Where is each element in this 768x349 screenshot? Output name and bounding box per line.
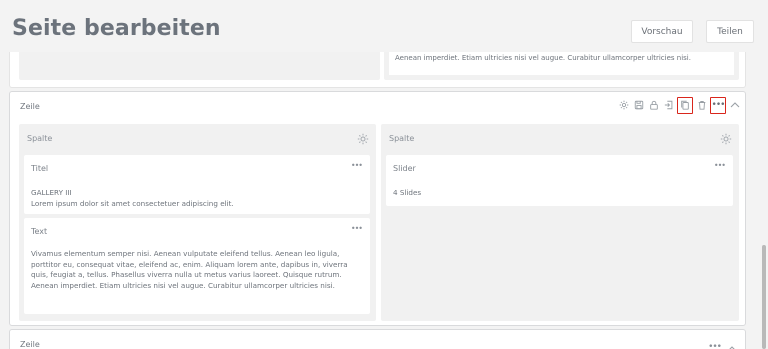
row-block[interactable]: Zeile ••• Spalte Titel ••• GALLERY III L… (9, 91, 746, 326)
title-card[interactable]: Titel ••• GALLERY III Lorem ipsum dolor … (24, 155, 370, 214)
save-icon (634, 100, 643, 110)
copy-icon (681, 100, 689, 110)
gear-icon (357, 133, 369, 145)
row-next[interactable]: Zeile ••• (9, 329, 746, 349)
gear-icon (619, 100, 628, 110)
row-more-button[interactable]: ••• (710, 96, 726, 114)
card-line: Aenean imperdiet. Etiam ultricies nisi v… (31, 280, 335, 290)
column-right[interactable]: Spalte Slider ••• 4 Slides (381, 124, 739, 321)
row-delete-button[interactable] (695, 98, 708, 112)
row-import-button[interactable] (662, 98, 675, 112)
row-settings-button[interactable] (617, 98, 630, 112)
scrollbar[interactable] (761, 52, 767, 349)
chevron-up-icon (729, 346, 735, 349)
more-icon: ••• (711, 99, 726, 110)
row-label: Zeile (20, 102, 40, 111)
card-type-label: Slider (393, 164, 416, 173)
text-card-previous-body: Aenean imperdiet. Etiam ultricies nisi v… (395, 54, 691, 62)
row-toolbar: ••• (708, 338, 737, 349)
column-left[interactable]: Spalte Titel ••• GALLERY III Lorem ipsum… (19, 124, 376, 321)
editor-canvas: Aenean imperdiet. Etiam ultricies nisi v… (9, 52, 746, 349)
column-previous-left[interactable] (19, 52, 380, 80)
card-line: quis, feugiat a, tellus. Phasellus viver… (31, 270, 342, 279)
card-line: porttitor eu, consequat vitae, eleifend … (31, 259, 348, 269)
card-more-button[interactable]: ••• (351, 224, 363, 233)
column-settings-button[interactable] (720, 130, 732, 145)
row-collapse-button[interactable] (727, 338, 737, 349)
card-body: Vivamus elementum semper nisi. Aenean vu… (31, 249, 362, 291)
card-line: Lorem ipsum dolor sit amet consectetuer … (31, 198, 234, 208)
text-card-previous[interactable]: Aenean imperdiet. Etiam ultricies nisi v… (389, 52, 734, 75)
slider-card[interactable]: Slider ••• 4 Slides (386, 155, 733, 206)
lock-icon (649, 100, 658, 110)
card-more-button[interactable]: ••• (351, 161, 363, 170)
share-button[interactable]: Teilen (706, 20, 754, 43)
preview-button[interactable]: Vorschau (631, 20, 693, 43)
row-more-button[interactable]: ••• (708, 343, 722, 349)
scrollbar-thumb[interactable] (762, 245, 766, 349)
row-copy-button[interactable] (677, 96, 693, 114)
chevron-up-icon (730, 102, 739, 108)
page-title: Seite bearbeiten (12, 16, 221, 41)
card-line: GALLERY III (31, 188, 72, 197)
card-line: 4 Slides (393, 188, 422, 197)
card-type-label: Titel (31, 164, 49, 173)
row-collapse-button[interactable] (728, 98, 741, 112)
row-label: Zeile (20, 340, 40, 349)
row-toolbar: ••• (615, 96, 741, 114)
trash-icon (698, 101, 705, 110)
row-lock-button[interactable] (647, 98, 660, 112)
text-card[interactable]: Text ••• Vivamus elementum semper nisi. … (24, 218, 370, 314)
row-save-button[interactable] (632, 98, 645, 112)
card-body: 4 Slides (393, 188, 725, 199)
column-settings-button[interactable] (357, 130, 369, 145)
card-type-label: Text (31, 227, 48, 236)
column-label: Spalte (27, 134, 53, 143)
row-previous[interactable]: Aenean imperdiet. Etiam ultricies nisi v… (9, 52, 746, 88)
gear-icon (720, 133, 732, 145)
column-previous-right[interactable]: Aenean imperdiet. Etiam ultricies nisi v… (384, 52, 739, 80)
card-line: Vivamus elementum semper nisi. Aenean vu… (31, 249, 340, 258)
column-label: Spalte (389, 134, 415, 143)
card-more-button[interactable]: ••• (714, 161, 726, 170)
card-body: GALLERY III Lorem ipsum dolor sit amet c… (31, 188, 362, 209)
import-icon (664, 100, 672, 110)
